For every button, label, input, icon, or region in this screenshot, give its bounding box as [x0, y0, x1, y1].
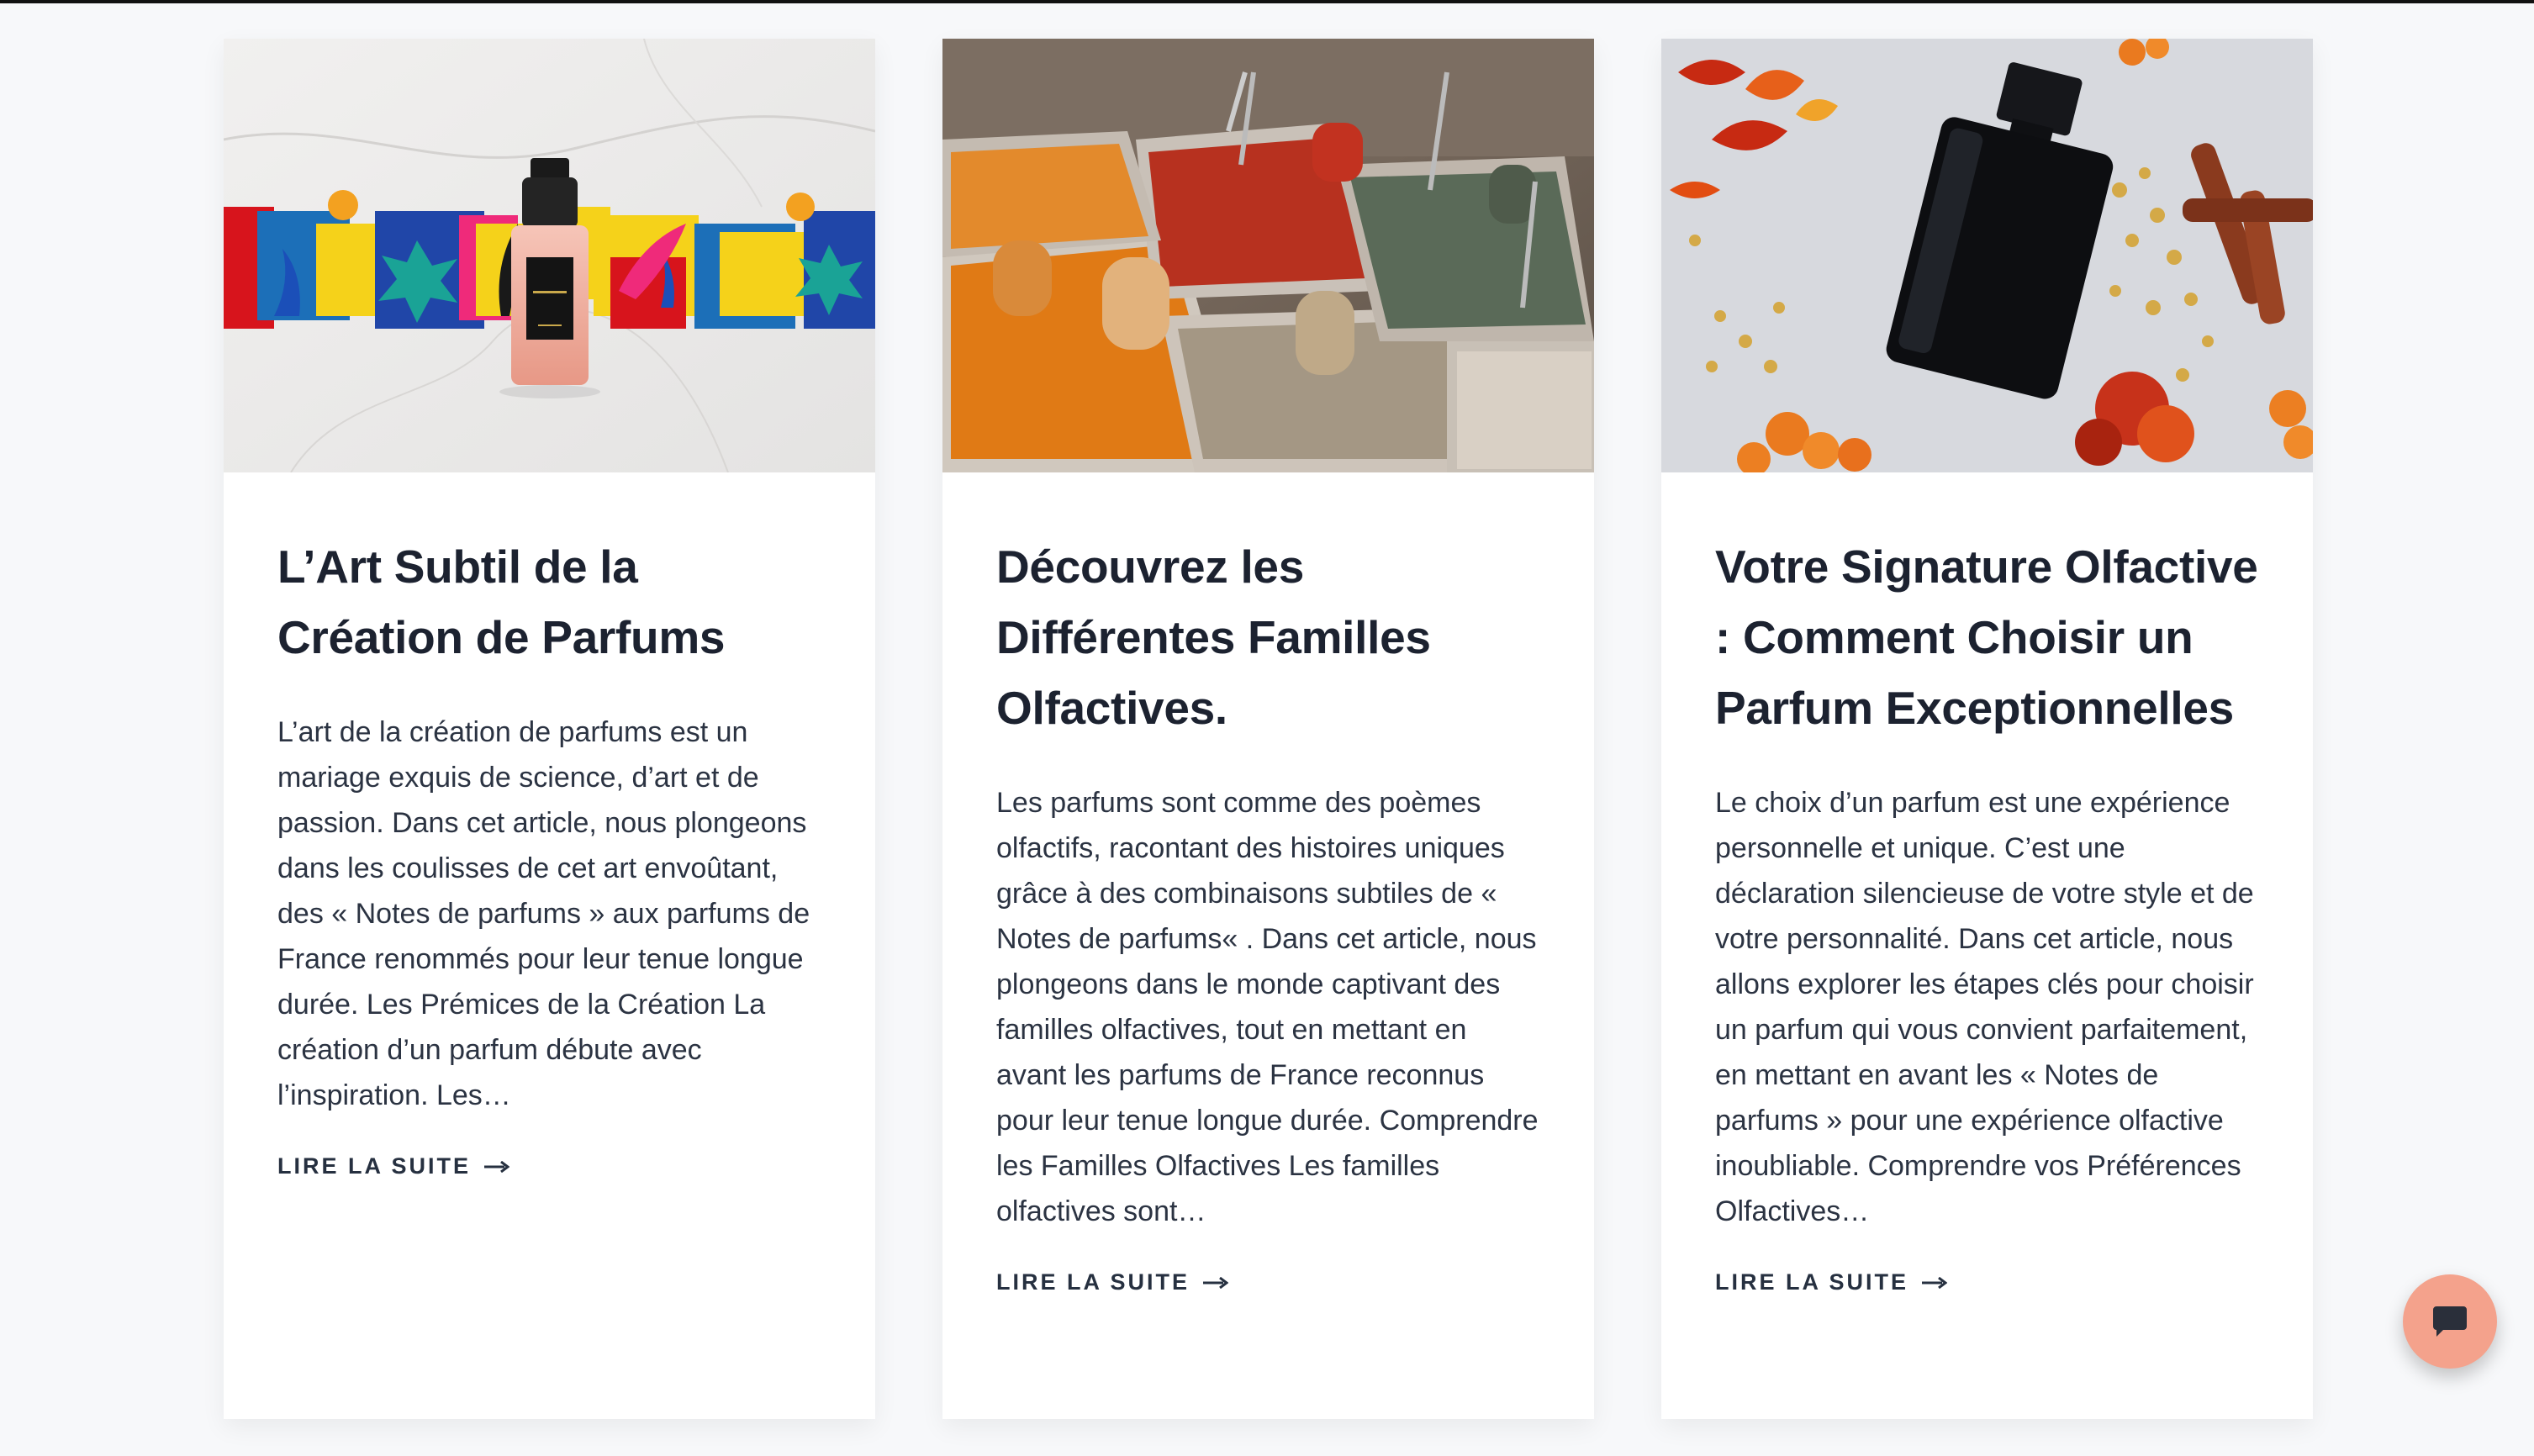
article-excerpt: Le choix d’un parfum est une expérience … — [1715, 787, 2254, 1227]
article-title[interactable]: Découvrez les Différentes Familles Olfac… — [996, 531, 1540, 743]
perfume-bottle-matisse-collage-image — [224, 39, 875, 472]
black-perfume-bottle-flowers-image — [1661, 39, 2313, 472]
read-more-link[interactable]: LIRE LA SUITE — [277, 1153, 510, 1179]
arrow-right-icon — [484, 1160, 510, 1173]
article-thumbnail-link[interactable] — [224, 39, 875, 472]
article-excerpt: L’art de la création de parfums est un m… — [277, 716, 810, 1111]
article-content: Votre Signature Olfactive : Comment Choi… — [1661, 472, 2313, 1295]
read-more-link[interactable]: LIRE LA SUITE — [996, 1269, 1229, 1295]
read-more-link[interactable]: LIRE LA SUITE — [1715, 1269, 1948, 1295]
article-thumbnail-link[interactable] — [942, 39, 1594, 472]
chat-button[interactable] — [2403, 1274, 2497, 1369]
article-content: L’Art Subtil de la Création de Parfums L… — [224, 472, 875, 1179]
article-grid: L’Art Subtil de la Création de Parfums L… — [224, 39, 2313, 1419]
article-card: Votre Signature Olfactive : Comment Choi… — [1661, 39, 2313, 1419]
article-thumbnail-link[interactable] — [1661, 39, 2313, 472]
article-title[interactable]: Votre Signature Olfactive : Comment Choi… — [1715, 531, 2259, 743]
article-title[interactable]: L’Art Subtil de la Création de Parfums — [277, 531, 821, 673]
read-more-label: LIRE LA SUITE — [277, 1153, 472, 1179]
article-card: Découvrez les Différentes Familles Olfac… — [942, 39, 1594, 1419]
arrow-right-icon — [1203, 1276, 1229, 1289]
article-excerpt: Les parfums sont comme des poèmes olfact… — [996, 787, 1539, 1227]
top-border — [0, 0, 2534, 3]
article-card: L’Art Subtil de la Création de Parfums L… — [224, 39, 875, 1419]
read-more-label: LIRE LA SUITE — [1715, 1269, 1909, 1295]
spice-market-bins-image — [942, 39, 1594, 472]
article-content: Découvrez les Différentes Familles Olfac… — [942, 472, 1594, 1295]
arrow-right-icon — [1922, 1276, 1948, 1289]
read-more-label: LIRE LA SUITE — [996, 1269, 1190, 1295]
chat-bubble-icon — [2433, 1306, 2467, 1337]
